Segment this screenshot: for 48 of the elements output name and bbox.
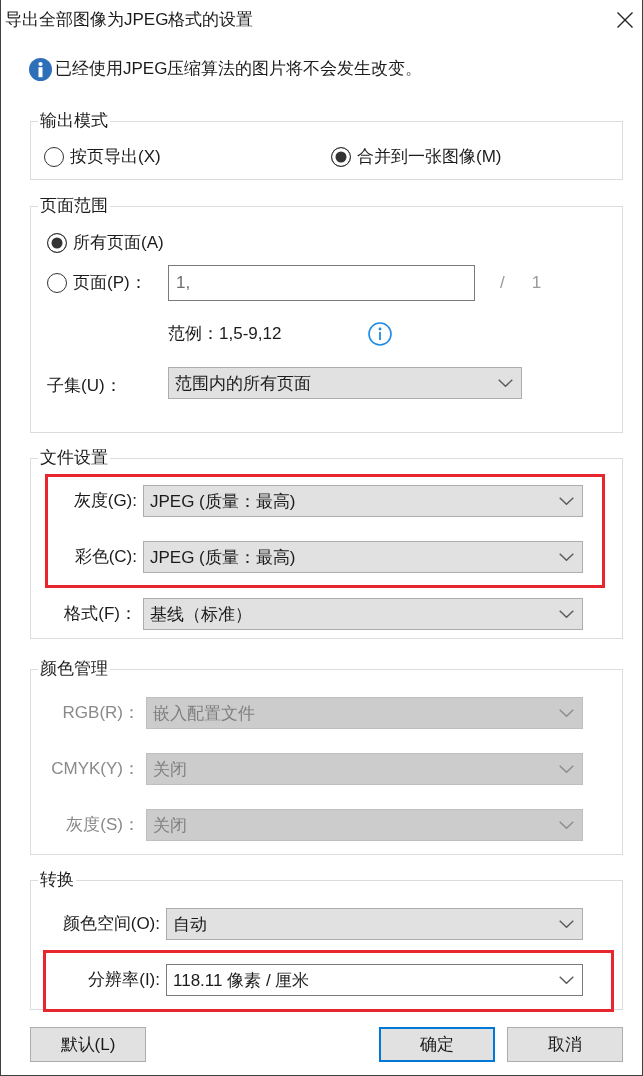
window-title: 导出全部图像为JPEG格式的设置 — [5, 9, 254, 31]
radio-label[interactable]: 按页导出(X) — [70, 145, 161, 169]
field-label: 颜色空间(O): — [61, 913, 160, 935]
chevron-icon — [559, 976, 574, 984]
field-label: 灰度(G): — [72, 490, 137, 512]
dropdown[interactable]: 基线（标准） — [143, 598, 583, 630]
radio-label[interactable]: 所有页面(A) — [73, 231, 164, 255]
chevron-icon — [559, 821, 574, 829]
field-label: CMYK(Y)： — [50, 758, 140, 780]
chevron-icon — [498, 379, 513, 387]
group-title: 颜色管理 — [39, 658, 109, 680]
group-title: 转换 — [39, 869, 75, 891]
example-hint: 范例：1,5-9,12 — [168, 323, 283, 345]
field-label: RGB(R)： — [61, 702, 140, 724]
radio-label[interactable]: 合并到一张图像(M) — [357, 145, 502, 169]
dialog-button[interactable]: 确定 — [379, 1027, 495, 1062]
dialog-button[interactable]: 默认(L) — [30, 1027, 146, 1062]
info-icon — [368, 322, 392, 346]
dropdown[interactable]: 范围内的所有页面 — [168, 367, 522, 399]
group-title: 页面范围 — [39, 195, 109, 217]
radio-button[interactable] — [47, 273, 67, 293]
dropdown[interactable]: 自动 — [166, 908, 583, 940]
radio-label[interactable]: 页面(P)： — [73, 271, 147, 295]
field-label: 灰度(S)： — [65, 814, 140, 836]
field-label: 分辨率(I): — [87, 969, 160, 991]
field-label: 子集(U)： — [47, 375, 123, 397]
dropdown[interactable]: JPEG (质量：最高) — [143, 485, 583, 517]
chevron-icon — [559, 610, 574, 618]
chevron-icon — [559, 497, 574, 505]
chevron-icon — [559, 553, 574, 561]
chevron-icon — [559, 709, 574, 717]
chevron-icon — [559, 920, 574, 928]
radio-button[interactable] — [331, 147, 351, 167]
info-icon — [29, 57, 52, 81]
field-label: 彩色(C): — [73, 546, 137, 568]
page-count: 1 — [531, 272, 542, 294]
chevron-icon — [559, 765, 574, 773]
dialog-button[interactable]: 取消 — [507, 1027, 623, 1062]
group-title: 文件设置 — [39, 447, 109, 469]
field-label: 格式(F)： — [63, 603, 137, 625]
close-icon — [617, 12, 633, 28]
radio-button[interactable] — [44, 147, 64, 167]
page-separator: / — [500, 272, 505, 294]
dropdown[interactable]: JPEG (质量：最高) — [143, 541, 583, 573]
group-title: 输出模式 — [39, 110, 109, 132]
combo-box[interactable]: 118.11 像素 / 厘米 — [166, 964, 583, 996]
radio-button[interactable] — [47, 233, 67, 253]
info-message: 已经使用JPEG压缩算法的图片将不会发生改变。 — [55, 58, 423, 80]
